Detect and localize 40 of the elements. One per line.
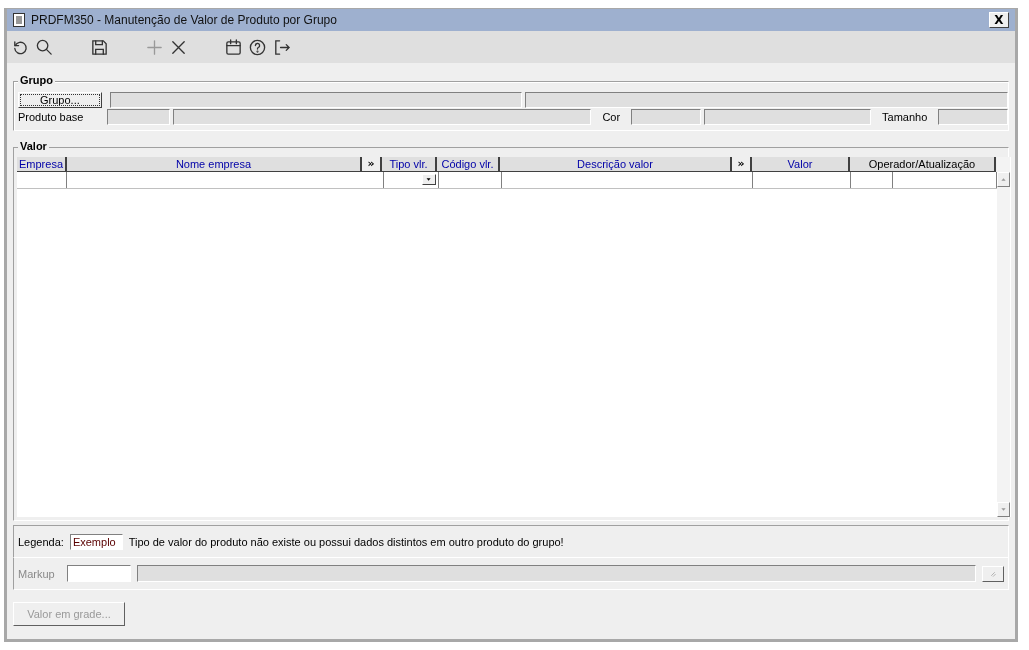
expand-button[interactable]: » — [362, 157, 382, 172]
markup-label: Markup — [18, 567, 55, 580]
color-code-field[interactable] — [631, 109, 701, 125]
scroll-down-icon[interactable] — [997, 502, 1010, 517]
column-header[interactable]: Operador/Atualização — [850, 157, 996, 172]
edit-icon[interactable] — [982, 565, 1004, 582]
dropdown-button[interactable] — [421, 174, 436, 185]
column-header[interactable]: Descrição valor — [500, 157, 732, 172]
column-header[interactable]: Código vlr. — [437, 157, 500, 172]
section-title: Grupo — [18, 74, 55, 86]
save-icon[interactable] — [90, 37, 109, 57]
expand-button[interactable]: » — [732, 157, 752, 172]
markup-field[interactable] — [66, 565, 131, 582]
size-field[interactable] — [938, 109, 1008, 125]
search-icon[interactable] — [35, 37, 54, 57]
color-name-field[interactable] — [703, 109, 872, 125]
markup-description-field[interactable] — [136, 565, 976, 582]
product-code-field[interactable] — [106, 109, 171, 125]
window-title: PRDFM350 - Manutenção de Valor de Produto por Grupo — [31, 13, 338, 27]
column-header[interactable]: Tipo vlr. — [382, 157, 437, 172]
calendar-icon[interactable] — [224, 37, 243, 57]
field-label: Produto base — [18, 111, 85, 123]
column-header[interactable]: Nome empresa — [67, 157, 362, 172]
section-title: Valor — [18, 140, 49, 152]
column-header[interactable]: Valor — [752, 157, 850, 172]
field-label: Cor — [601, 111, 622, 123]
legend-label: Legenda: — [18, 535, 64, 548]
column-header[interactable]: Empresa — [17, 157, 67, 172]
group-code-field[interactable] — [109, 92, 522, 108]
legend-text: Tipo de valor do produto não existe ou possui dados distintos em outro produto do grupo! — [128, 535, 564, 548]
close-button[interactable]: X — [989, 12, 1009, 28]
scroll-up-icon[interactable] — [997, 172, 1010, 187]
exit-icon[interactable] — [272, 37, 291, 57]
group-name-field[interactable] — [525, 92, 1008, 108]
product-name-field[interactable] — [173, 109, 592, 125]
legend-sample: Exemplo — [69, 533, 123, 550]
field-label: Tamanho — [881, 111, 929, 123]
help-icon[interactable] — [248, 37, 267, 57]
grupo-button[interactable]: Grupo... — [18, 92, 102, 108]
document-icon — [13, 13, 25, 27]
